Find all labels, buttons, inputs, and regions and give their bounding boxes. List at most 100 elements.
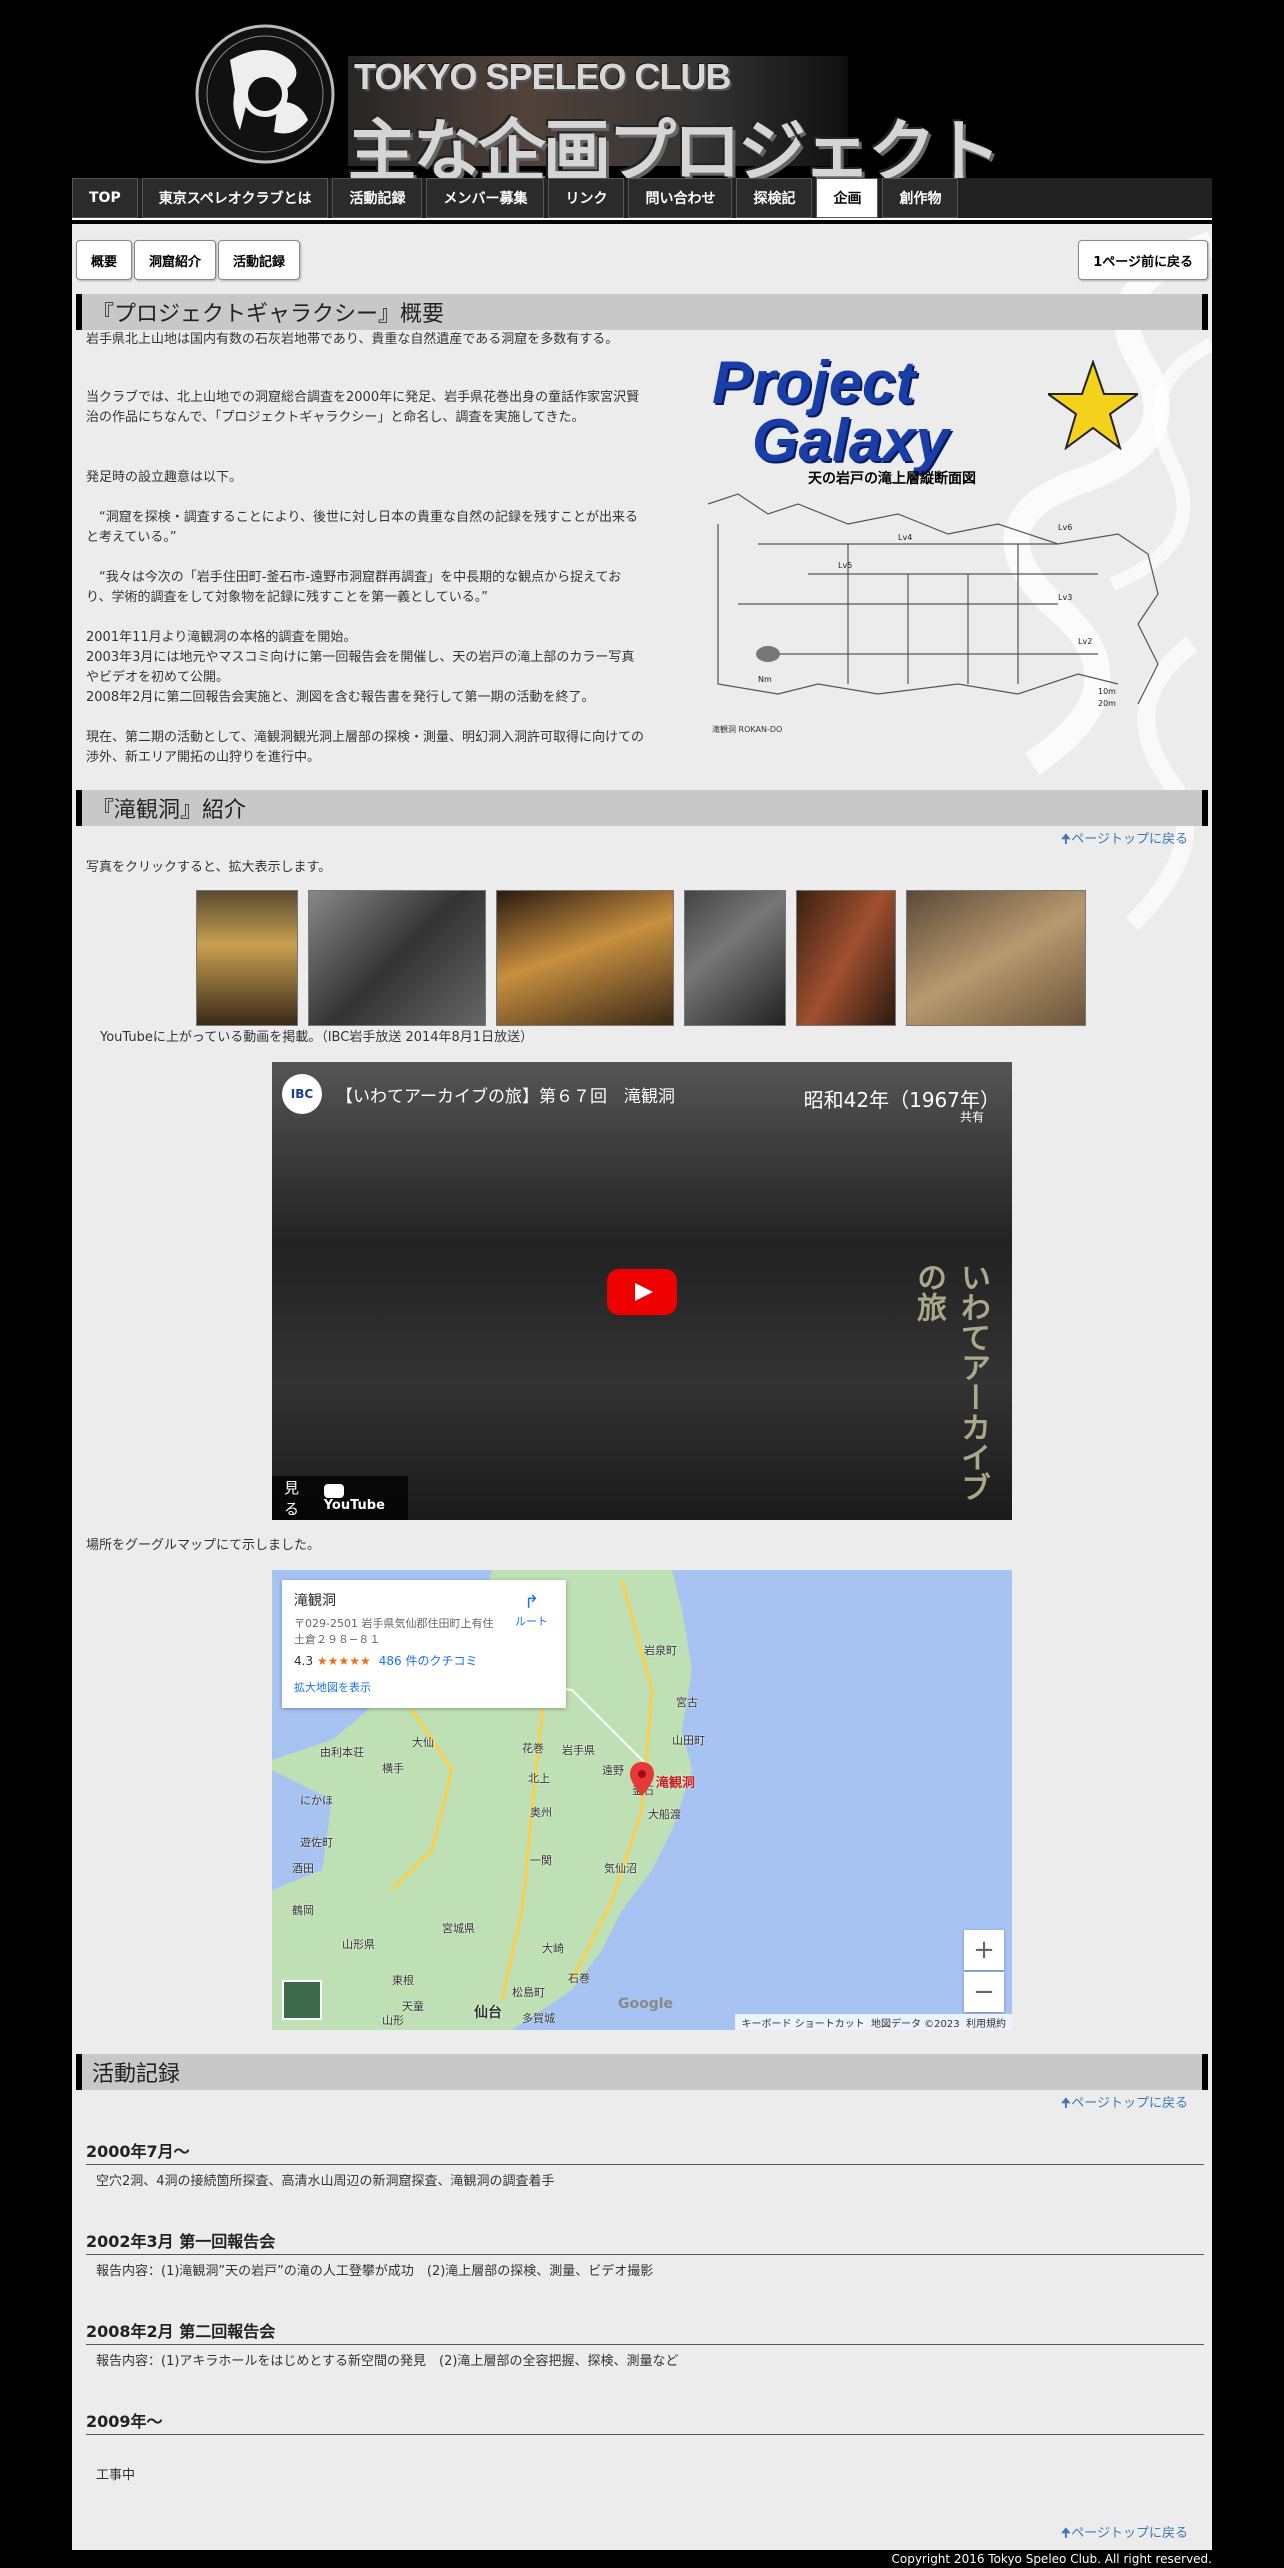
nav-links[interactable]: リンク bbox=[548, 178, 625, 218]
nav-works[interactable]: 創作物 bbox=[882, 178, 959, 218]
nav-top[interactable]: TOP bbox=[72, 178, 138, 218]
channel-avatar[interactable]: IBC bbox=[282, 1074, 322, 1114]
record-body: 工事中 bbox=[96, 2468, 136, 2483]
cave-cross-section: Lv4 Lv6 Lv5 Lv3 Lv2 Nm 10m 20m bbox=[707, 493, 1159, 708]
map-city: 大仙 bbox=[412, 1736, 434, 1749]
map-address: 〒029-2501 岩手県気仙郡住田町上有住土倉２９８−８１ bbox=[294, 1617, 494, 1646]
map-city: 松島町 bbox=[512, 1986, 545, 1999]
map-label: Lv3 bbox=[1058, 593, 1072, 602]
google-map[interactable]: 岩泉町 宮古 山田町 岩手県 遠野 大船渡 釜石 花巻 北上 奥州 一関 気仙沼… bbox=[272, 1570, 1012, 2030]
map-city: 遠野 bbox=[602, 1764, 624, 1777]
map-city: 大崎 bbox=[542, 1942, 564, 1955]
enlarge-map-link[interactable]: 拡大地図を表示 bbox=[294, 1679, 554, 1695]
cave-photo[interactable] bbox=[308, 890, 486, 1026]
record-title: 2008年2月 第二回報告会 bbox=[86, 2318, 1204, 2345]
google-logo: Google bbox=[618, 1996, 674, 2012]
map-city: 仙台 bbox=[474, 2005, 502, 2021]
overview-paragraph-5: “我々は今次の「岩手住田町-釜石市-遠野市洞窟群再調査」を中長期的な観点から捉え… bbox=[86, 570, 622, 605]
map-city: 大船渡 bbox=[648, 1808, 681, 1821]
overview-paragraph-6: 2001年11月より滝観洞の本格的調査を開始。 2003年3月には地元やマスコミ… bbox=[86, 630, 635, 705]
share-button[interactable]: 共有 bbox=[960, 1108, 984, 1125]
record-title: 2000年7月～ bbox=[86, 2138, 1204, 2165]
cave-photo[interactable] bbox=[196, 890, 298, 1026]
to-top-link-2[interactable]: 🠉ページトップに戻る bbox=[1060, 2092, 1188, 2116]
map-city: 東根 bbox=[392, 1974, 414, 1987]
map-city: 奥州 bbox=[530, 1806, 552, 1819]
map-footer: キーボード ショートカット 地図データ ©2023 利用規約 bbox=[735, 2014, 1012, 2030]
map-city: 岩泉町 bbox=[644, 1644, 677, 1657]
map-data-credit: 地図データ ©2023 bbox=[871, 2018, 960, 2030]
map-pin-label: 滝観洞 bbox=[656, 1776, 696, 1791]
keyboard-shortcuts-link[interactable]: キーボード ショートカット bbox=[741, 2015, 864, 2030]
zoom-in-button[interactable]: + bbox=[964, 1930, 1004, 1970]
overview-paragraph-3: 発足時の設立趣意は以下。 bbox=[86, 470, 243, 485]
map-city: 酒田 bbox=[292, 1862, 314, 1875]
photo-hint: 写真をクリックすると、拡大表示します。 bbox=[86, 860, 332, 875]
overview-paragraph-2: 当クラブでは、北上山地での洞窟総合調査を2000年に発足、岩手県花巻出身の童話作… bbox=[86, 390, 640, 425]
map-label: Lv2 bbox=[1078, 637, 1092, 646]
video-title[interactable]: 【いわてアーカイブの旅】第６７回 滝観洞 bbox=[336, 1082, 675, 1107]
subnav-overview[interactable]: 概要 bbox=[76, 240, 133, 280]
arrow-up-icon: 🠉 bbox=[1060, 2526, 1072, 2541]
galaxy-caption: 滝観洞 ROKAN-DO bbox=[712, 725, 783, 734]
subnav-records[interactable]: 活動記録 bbox=[218, 240, 301, 280]
play-button[interactable] bbox=[607, 1269, 677, 1315]
map-reviews-link[interactable]: 486 件のクチコミ bbox=[379, 1654, 478, 1668]
nav-about[interactable]: 東京スペレオクラブとは bbox=[141, 178, 329, 218]
copyright: Copyright 2016 Tokyo Speleo Club. All ri… bbox=[891, 2552, 1212, 2566]
zoom-out-button[interactable]: − bbox=[964, 1972, 1004, 2012]
map-city: 宮城県 bbox=[442, 1922, 475, 1935]
watch-on-youtube[interactable]: 見る YouTube bbox=[272, 1476, 408, 1520]
terms-link[interactable]: 利用規約 bbox=[966, 2015, 1006, 2030]
nav-projects[interactable]: 企画 bbox=[816, 178, 879, 218]
cave-photo[interactable] bbox=[796, 890, 896, 1026]
to-top-link-3[interactable]: 🠉ページトップに戻る bbox=[1060, 2522, 1188, 2546]
banner-club-name: TOKYO SPELEO CLUB bbox=[354, 56, 731, 97]
project-galaxy-image[interactable]: Project Galaxy 天の岩戸の滝上層縦断面図 Lv4 Lv6 Lv5 L… bbox=[698, 334, 1168, 744]
nav-recruit[interactable]: メンバー募集 bbox=[426, 178, 545, 218]
records-heading: 活動記録 bbox=[76, 2054, 1208, 2090]
back-button[interactable]: 1ページ前に戻る bbox=[1078, 240, 1208, 280]
map-city: 山田町 bbox=[672, 1734, 705, 1747]
map-city: 気仙沼 bbox=[604, 1862, 637, 1875]
map-label: Lv6 bbox=[1058, 523, 1072, 532]
map-label: 20m bbox=[1098, 699, 1116, 708]
youtube-embed[interactable]: IBC 【いわてアーカイブの旅】第６７回 滝観洞 昭和42年（1967年） 共有… bbox=[272, 1062, 1012, 1520]
satellite-toggle[interactable] bbox=[282, 1980, 322, 2020]
map-city: 山形 bbox=[382, 2014, 404, 2027]
main-content: 概要 洞窟紹介 活動記録 1ページ前に戻る 『プロジェクトギャラクシー』概要 岩… bbox=[72, 224, 1212, 2550]
overview-heading: 『プロジェクトギャラクシー』概要 bbox=[76, 294, 1208, 330]
map-city: 宮古 bbox=[676, 1696, 698, 1709]
overview-paragraph-4: “洞窟を探検・調査することにより、後世に対し日本の貴重な自然の記録を残すことが出… bbox=[86, 510, 638, 545]
to-top-link-1[interactable]: 🠉ページトップに戻る bbox=[1060, 828, 1188, 852]
map-pin-icon[interactable] bbox=[630, 1762, 654, 1796]
map-label: Lv5 bbox=[838, 561, 852, 570]
rating-stars-icon: ★★★★★ bbox=[316, 1654, 371, 1668]
cave-photo[interactable] bbox=[906, 890, 1086, 1026]
nav-expedition[interactable]: 探検記 bbox=[736, 178, 813, 218]
directions-icon: ↱ bbox=[523, 1592, 540, 1613]
map-city: 北上 bbox=[528, 1772, 550, 1785]
cave-heading: 『滝観洞』紹介 bbox=[76, 790, 1208, 826]
map-city: 石巻 bbox=[568, 1972, 590, 1985]
record-body: 空穴2洞、4洞の接続箇所探査、高清水山周辺の新洞窟探査、滝観洞の調査着手 bbox=[96, 2174, 555, 2189]
map-city: 岩手県 bbox=[562, 1744, 595, 1757]
cave-photo[interactable] bbox=[496, 890, 674, 1026]
youtube-logo: YouTube bbox=[323, 1483, 408, 1513]
nav-activity[interactable]: 活動記録 bbox=[332, 178, 423, 218]
subnav-cave-intro[interactable]: 洞窟紹介 bbox=[134, 240, 217, 280]
map-city: 由利本荘 bbox=[320, 1746, 364, 1759]
map-info-card: 滝観洞 〒029-2501 岩手県気仙郡住田町上有住土倉２９８−８１ 4.3 ★… bbox=[282, 1580, 566, 1708]
map-rating: 4.3 ★★★★★ 486 件のクチコミ bbox=[294, 1654, 478, 1668]
map-city: 花巻 bbox=[522, 1742, 544, 1755]
cave-photo[interactable] bbox=[684, 890, 786, 1026]
route-button[interactable]: ↱ ルート bbox=[515, 1592, 548, 1629]
banner: TOKYO SPELEO CLUB 主な企画プロジェクト bbox=[348, 56, 1001, 192]
nav-contact[interactable]: 問い合わせ bbox=[628, 178, 733, 218]
site-header: TOKYO SPELEO CLUB 主な企画プロジェクト bbox=[0, 0, 1284, 192]
map-city: 天童 bbox=[402, 2000, 424, 2013]
map-label: Nm bbox=[758, 675, 772, 684]
map-city: 横手 bbox=[382, 1762, 404, 1775]
galaxy-title: Project Galaxy bbox=[712, 349, 949, 474]
map-city: 一関 bbox=[530, 1854, 552, 1867]
